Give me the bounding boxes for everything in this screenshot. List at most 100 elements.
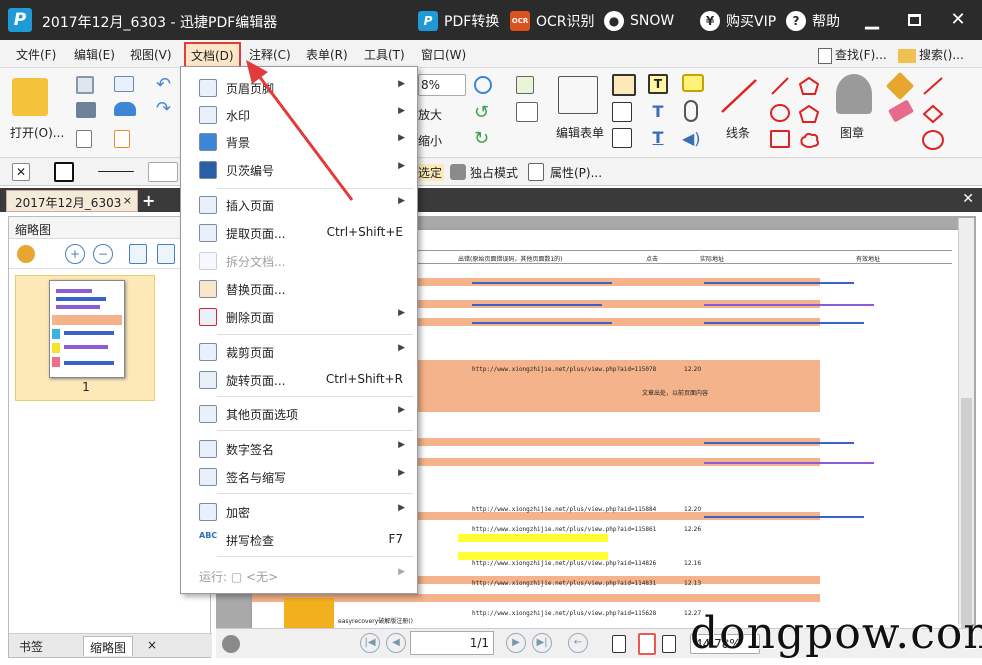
menu-insert-page[interactable]: 插入页面 ▶ <box>181 192 417 218</box>
no-fill-icon[interactable]: ✕ <box>12 163 30 181</box>
menu-digital-signature[interactable]: 数字签名 ▶ <box>181 436 417 462</box>
close-document-button[interactable]: ✕ <box>962 191 974 207</box>
print-icon[interactable] <box>76 102 96 118</box>
thumbnails-tab-close-icon[interactable]: × <box>141 636 163 656</box>
help-button[interactable]: ? 帮助 <box>786 10 840 32</box>
rotate-thumb-left-icon[interactable] <box>129 244 147 264</box>
sound-icon[interactable]: ◀) <box>682 130 702 148</box>
buy-vip-button[interactable]: ¥ 购买VIP <box>700 10 776 32</box>
next-page-button[interactable]: ▶ <box>506 633 526 653</box>
single-page-icon[interactable] <box>612 635 626 653</box>
ocr-button[interactable]: OCR OCR识别 <box>510 10 595 32</box>
menu-watermark[interactable]: 水印 ▶ <box>181 102 417 128</box>
text-icon[interactable]: T <box>648 74 668 94</box>
zoom-out-thumb-icon[interactable]: − <box>93 244 113 264</box>
find-button[interactable]: 查找(F)... <box>818 46 887 64</box>
menu-page-options[interactable]: 其他页面选项 ▶ <box>181 401 417 427</box>
vertical-scrollbar[interactable] <box>958 218 974 628</box>
pdf-convert-button[interactable]: P PDF转换 <box>418 10 499 32</box>
edit-form-icon[interactable] <box>558 76 598 114</box>
menu-edit[interactable]: 编辑(E) <box>74 46 115 63</box>
menu-comment[interactable]: 注释(C) <box>249 46 291 63</box>
form-icon[interactable] <box>516 76 534 94</box>
save-icon[interactable] <box>76 76 94 94</box>
page-thumbnail[interactable]: 1 <box>15 275 155 401</box>
menu-header-footer[interactable]: 页眉页脚 ▶ <box>181 75 417 101</box>
menu-crop-page[interactable]: 裁剪页面 ▶ <box>181 339 417 365</box>
menu-form[interactable]: 表单(R) <box>306 46 348 63</box>
pentagon-icon[interactable] <box>798 104 820 124</box>
close-window-button[interactable]: ✕ <box>946 8 970 32</box>
menu-bates-number[interactable]: 贝茨编号 ▶ <box>181 157 417 183</box>
line-label[interactable]: 线条 <box>726 124 750 141</box>
search-button[interactable]: 搜索()... <box>898 46 964 63</box>
minimize-button[interactable]: ▁ <box>860 8 884 32</box>
zoom-select[interactable]: 8% <box>418 74 466 96</box>
document-tab[interactable]: 2017年12月_6303 × <box>6 190 138 212</box>
menu-rotate-page[interactable]: 旋转页面... Ctrl+Shift+R <box>181 367 417 393</box>
menu-window[interactable]: 窗口(W) <box>421 46 466 63</box>
polygon-icon[interactable] <box>798 76 820 96</box>
previous-page-button[interactable]: ◀ <box>386 633 406 653</box>
cloud-shape-icon[interactable] <box>798 130 820 150</box>
rotate-left-icon[interactable]: ↺ <box>474 104 492 122</box>
menu-delete-page[interactable]: 删除页面 ▶ <box>181 304 417 330</box>
stamp-label[interactable]: 图章 <box>840 124 864 141</box>
eraser-icon[interactable] <box>887 99 915 123</box>
new-document-icon[interactable] <box>114 130 130 148</box>
border-color-icon[interactable] <box>54 162 74 182</box>
email-icon[interactable] <box>114 76 134 92</box>
area-icon[interactable] <box>922 104 944 124</box>
menu-file[interactable]: 文件(F) <box>16 46 56 63</box>
select-button[interactable]: 选定 <box>416 164 445 181</box>
properties-button[interactable]: 属性(P)... <box>550 164 602 181</box>
no-icon[interactable] <box>922 130 944 150</box>
menu-extract-page[interactable]: 提取页面... Ctrl+Shift+E <box>181 220 417 246</box>
stamp-icon[interactable] <box>836 74 872 114</box>
typewriter-icon[interactable] <box>612 74 636 96</box>
settings-gear-icon[interactable] <box>222 635 240 653</box>
note-icon[interactable] <box>682 74 704 92</box>
maximize-button[interactable] <box>902 8 926 32</box>
rotate-right-icon[interactable]: ↻ <box>474 130 492 148</box>
menu-encrypt[interactable]: 加密 ▶ <box>181 499 417 525</box>
zoom-in-icon[interactable] <box>474 76 492 94</box>
menu-document[interactable]: 文档(D) <box>184 42 241 69</box>
menu-sign-initials[interactable]: 签名与缩写 ▶ <box>181 464 417 490</box>
bookmarks-tab[interactable]: 书签 <box>13 636 49 656</box>
rotate-thumb-right-icon[interactable] <box>157 244 175 264</box>
menu-view[interactable]: 视图(V) <box>130 46 172 63</box>
callout-icon[interactable] <box>612 128 632 148</box>
last-page-button[interactable]: ▶| <box>532 633 552 653</box>
cloud-icon[interactable] <box>114 102 136 116</box>
properties-icon[interactable] <box>528 163 544 181</box>
undo-icon[interactable]: ↶ <box>156 76 174 94</box>
zoom-out-label[interactable]: 缩小 <box>418 132 442 149</box>
exclusive-mode-button[interactable]: 独占模式 <box>470 164 518 181</box>
menu-background[interactable]: 背景 ▶ <box>181 129 417 155</box>
rectangle-icon[interactable] <box>770 130 790 148</box>
new-tab-button[interactable]: + <box>142 191 155 210</box>
line-style-icon[interactable] <box>98 171 134 172</box>
measure-icon[interactable] <box>922 76 944 96</box>
menu-tools[interactable]: 工具(T) <box>364 46 405 63</box>
textbox-icon[interactable] <box>612 102 632 122</box>
fit-page-icon[interactable] <box>638 633 656 655</box>
scrollbar-thumb[interactable] <box>961 398 972 628</box>
menu-spell-check[interactable]: ABC 拼写检查 F7 <box>181 527 417 553</box>
user-button[interactable]: ● SNOW <box>604 10 674 32</box>
line-width-input[interactable] <box>148 162 178 182</box>
back-button[interactable]: ← <box>568 633 588 653</box>
menu-replace-page[interactable]: 替换页面... <box>181 276 417 302</box>
exclusive-mode-icon[interactable] <box>450 164 466 180</box>
underline-icon[interactable]: T <box>648 128 668 148</box>
thumbnails-tab[interactable]: 缩略图 <box>83 636 134 656</box>
edit-form-label[interactable]: 编辑表单 <box>556 124 604 141</box>
document-icon[interactable] <box>76 130 92 148</box>
open-label[interactable]: 打开(O)... <box>10 124 64 141</box>
text-field-icon[interactable] <box>516 102 538 122</box>
tab-close-icon[interactable]: × <box>123 194 132 207</box>
redo-icon[interactable]: ↷ <box>156 100 174 118</box>
zoom-in-label[interactable]: 放大 <box>418 106 442 123</box>
line-icon[interactable] <box>718 76 760 116</box>
